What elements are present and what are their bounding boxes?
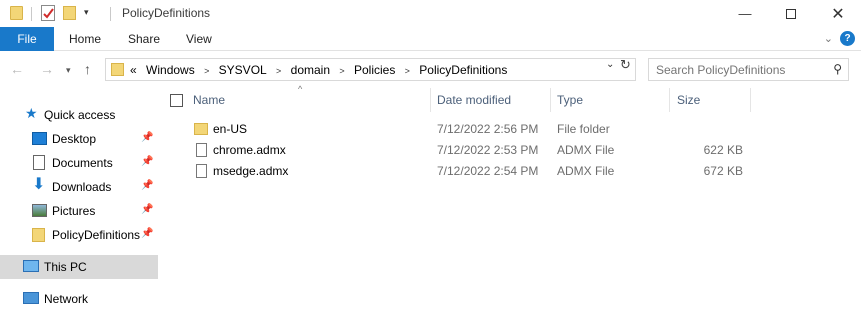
refresh-icon[interactable]: ↻ <box>620 57 631 73</box>
chevron-right-icon[interactable]: > <box>405 66 410 76</box>
tab-file[interactable]: File <box>0 27 54 51</box>
nav-item-downloads[interactable]: ⬇ Downloads 📌 <box>0 175 158 199</box>
tab-share[interactable]: Share <box>128 27 160 51</box>
nav-label: This PC <box>44 260 87 274</box>
divider <box>31 7 32 21</box>
divider <box>110 7 111 21</box>
downloads-icon: ⬇ <box>32 176 46 193</box>
file-date: 7/12/2022 2:53 PM <box>437 143 539 157</box>
search-box[interactable]: ⚲ <box>648 58 849 81</box>
tab-home[interactable]: Home <box>69 27 101 51</box>
table-row[interactable]: chrome.admx 7/12/2022 2:53 PM ADMX File … <box>188 140 778 161</box>
address-bar[interactable]: « Windows > SYSVOL > domain > Policies >… <box>105 58 636 81</box>
divider[interactable] <box>550 88 551 112</box>
pin-icon[interactable]: 📌 <box>141 132 153 143</box>
nav-quick-access[interactable]: ★ Quick access <box>0 103 158 127</box>
nav-label: Desktop <box>52 132 97 146</box>
file-type: ADMX File <box>557 143 615 157</box>
documents-icon <box>33 155 45 170</box>
nav-network[interactable]: Network <box>0 287 158 311</box>
title-bar: ▾ PolicyDefinitions — ✕ <box>0 0 861 27</box>
up-icon[interactable]: ↑ <box>84 61 91 77</box>
column-header-row: ^ Name Date modified Type Size <box>158 84 861 112</box>
table-row[interactable]: msedge.admx 7/12/2022 2:54 PM ADMX File … <box>188 161 778 182</box>
folder-icon <box>194 123 208 135</box>
nav-item-pictures[interactable]: Pictures 📌 <box>0 199 158 223</box>
file-type: File folder <box>557 122 610 136</box>
file-name: chrome.admx <box>213 143 286 157</box>
column-header-size[interactable]: Size <box>677 93 700 107</box>
breadcrumb-overflow[interactable]: « <box>130 63 137 77</box>
recent-locations-icon[interactable]: ▾ <box>66 65 71 76</box>
nav-item-desktop[interactable]: Desktop 📌 <box>0 127 158 151</box>
network-icon <box>23 292 39 304</box>
file-date: 7/12/2022 2:54 PM <box>437 164 539 178</box>
folder-icon <box>111 63 124 76</box>
forward-icon[interactable]: → <box>40 61 54 77</box>
nav-item-documents[interactable]: Documents 📌 <box>0 151 158 175</box>
back-icon[interactable]: ← <box>10 61 24 77</box>
divider[interactable] <box>750 88 751 112</box>
nav-label: Pictures <box>52 204 96 218</box>
breadcrumb-sysvol[interactable]: SYSVOL <box>219 63 267 77</box>
new-folder-icon[interactable] <box>63 6 76 20</box>
breadcrumb: « Windows > SYSVOL > domain > Policies >… <box>130 63 513 77</box>
file-list: ^ Name Date modified Type Size en-US 7/1… <box>158 84 861 318</box>
breadcrumb-policydefinitions[interactable]: PolicyDefinitions <box>419 63 507 77</box>
file-size: 672 KB <box>703 164 743 178</box>
nav-label: Documents <box>52 156 113 170</box>
pin-icon[interactable]: 📌 <box>141 156 153 167</box>
address-dropdown-icon[interactable]: ⌄ <box>606 59 614 70</box>
pin-icon[interactable]: 📌 <box>141 180 153 191</box>
file-size: 622 KB <box>703 143 743 157</box>
customize-quick-access-icon[interactable]: ▾ <box>84 7 89 18</box>
ribbon: File Home Share View ⌄ ? <box>0 27 861 51</box>
select-all-checkbox[interactable] <box>170 94 183 107</box>
divider[interactable] <box>669 88 670 112</box>
tab-view[interactable]: View <box>186 27 212 51</box>
sort-ascending-icon: ^ <box>298 84 303 94</box>
folder-icon <box>10 6 23 20</box>
minimize-icon[interactable]: — <box>722 0 768 27</box>
navigation-pane: ★ Quick access Desktop 📌 Documents 📌 ⬇ D… <box>0 88 158 318</box>
chevron-right-icon[interactable]: > <box>204 66 209 76</box>
chevron-right-icon[interactable]: > <box>339 66 344 76</box>
nav-this-pc[interactable]: This PC <box>0 255 158 279</box>
file-icon <box>196 143 207 157</box>
file-date: 7/12/2022 2:56 PM <box>437 122 539 136</box>
folder-icon <box>32 228 45 242</box>
chevron-right-icon[interactable]: > <box>276 66 281 76</box>
desktop-icon <box>32 132 47 145</box>
breadcrumb-domain[interactable]: domain <box>291 63 330 77</box>
expand-ribbon-icon[interactable]: ⌄ <box>824 32 833 45</box>
file-name: msedge.admx <box>213 164 289 178</box>
search-icon[interactable]: ⚲ <box>833 62 842 76</box>
divider[interactable] <box>430 88 431 112</box>
maximize-icon[interactable] <box>768 0 814 27</box>
search-input[interactable] <box>649 59 819 80</box>
file-type: ADMX File <box>557 164 615 178</box>
computer-icon <box>23 260 39 272</box>
pin-icon[interactable]: 📌 <box>141 204 153 215</box>
window-title: PolicyDefinitions <box>122 6 211 20</box>
column-header-date[interactable]: Date modified <box>437 93 511 107</box>
pin-icon[interactable]: 📌 <box>141 228 153 239</box>
nav-item-policydefinitions[interactable]: PolicyDefinitions 📌 <box>0 223 158 247</box>
breadcrumb-policies[interactable]: Policies <box>354 63 395 77</box>
pictures-icon <box>32 204 47 217</box>
nav-label: PolicyDefinitions <box>52 228 140 242</box>
star-icon: ★ <box>25 105 38 121</box>
table-row[interactable]: en-US 7/12/2022 2:56 PM File folder <box>188 119 778 140</box>
file-icon <box>196 164 207 178</box>
column-header-name[interactable]: Name <box>193 93 225 107</box>
column-header-type[interactable]: Type <box>557 93 583 107</box>
file-name: en-US <box>213 122 248 136</box>
help-icon[interactable]: ? <box>840 31 855 46</box>
close-icon[interactable]: ✕ <box>815 0 861 27</box>
properties-icon[interactable] <box>41 5 55 21</box>
nav-label: Quick access <box>44 108 116 122</box>
breadcrumb-windows[interactable]: Windows <box>146 63 195 77</box>
nav-label: Downloads <box>52 180 112 194</box>
nav-label: Network <box>44 292 89 306</box>
